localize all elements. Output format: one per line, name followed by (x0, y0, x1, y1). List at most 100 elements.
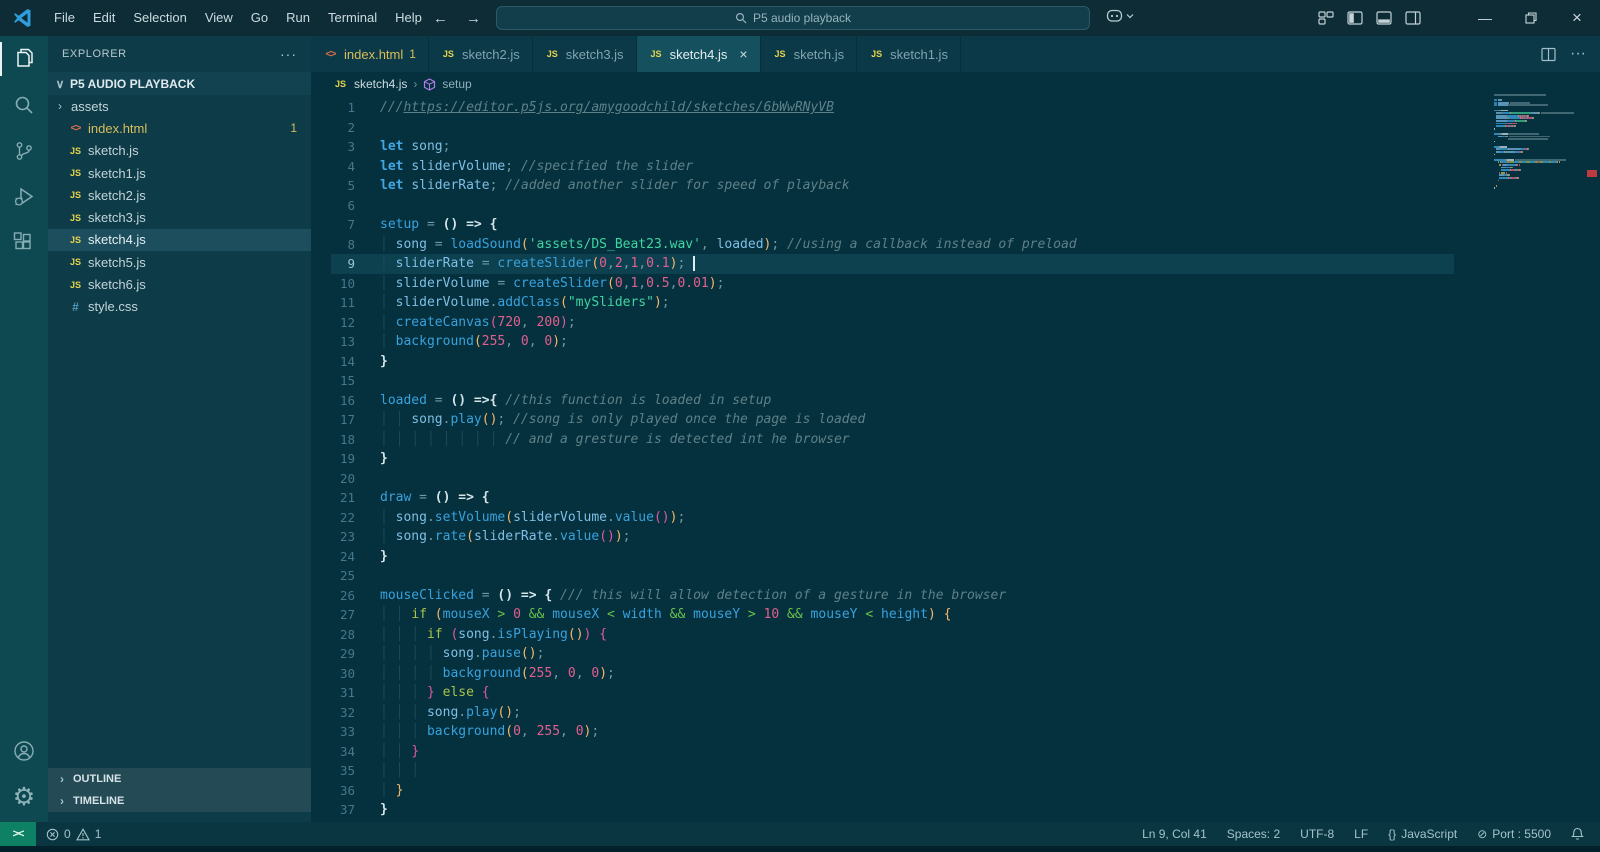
tab-index.html[interactable]: <> index.html 1 (311, 36, 429, 72)
tab-sketch3.js[interactable]: JS sketch3.js (532, 36, 637, 72)
minimap-line (1494, 101, 1582, 104)
outline-section[interactable]: › OUTLINE (48, 768, 311, 790)
breadcrumb-symbol[interactable]: setup (442, 77, 471, 91)
activity-bar: ⚙ (0, 36, 48, 822)
timeline-section[interactable]: › TIMELINE (48, 790, 311, 812)
line-content: let sliderRate; //added another slider f… (380, 178, 850, 193)
explorer-view-icon[interactable] (0, 36, 48, 82)
tree-item-sketch6.js[interactable]: JS sketch6.js (48, 273, 311, 295)
js-file-icon: JS (871, 49, 883, 59)
copilot-menu[interactable] (1106, 8, 1134, 23)
line-content: │ } (380, 782, 404, 798)
menu-help[interactable]: Help (386, 0, 431, 36)
close-window-button[interactable]: × (1554, 0, 1600, 36)
menu-file[interactable]: File (45, 0, 84, 36)
line-content: │ │ } (380, 743, 420, 759)
status-lf[interactable]: LF (1354, 827, 1368, 841)
braces-icon: {} (1388, 827, 1397, 841)
tree-item-sketch.js[interactable]: JS sketch.js (48, 140, 311, 162)
tree-item-sketch5.js[interactable]: JS sketch5.js (48, 251, 311, 273)
remote-indicator[interactable]: >< (0, 822, 36, 846)
status-utf-8[interactable]: UTF-8 (1300, 827, 1334, 841)
tab-sketch4.js[interactable]: JS sketch4.js × (636, 36, 761, 72)
menu-edit[interactable]: Edit (84, 0, 124, 36)
tree-item-style.css[interactable]: # style.css (48, 296, 311, 318)
forward-button[interactable]: → (466, 10, 481, 27)
line-number: 25 (339, 568, 355, 583)
line-content: │ song.rate(sliderRate.value()); (380, 529, 631, 544)
remote-icon: >< (12, 828, 25, 840)
code-line-18: 18 │ │ │ │ │ │ │ │ // and a gresture is d… (311, 430, 1600, 450)
tab-sketch1.js[interactable]: JS sketch1.js (857, 36, 961, 72)
menu-selection[interactable]: Selection (124, 0, 195, 36)
outline-label: OUTLINE (73, 773, 122, 785)
line-number: 3 (347, 139, 355, 154)
tree-item-index.html[interactable]: <> index.html 1 (48, 117, 311, 139)
status-spaces-2[interactable]: Spaces: 2 (1227, 827, 1280, 841)
js-file-icon: JS (69, 145, 81, 156)
menu-run[interactable]: Run (277, 0, 319, 36)
status-port-5500[interactable]: ⊘ Port : 5500 (1477, 827, 1551, 841)
breadcrumb[interactable]: JS sketch4.js › setup (311, 72, 1600, 96)
code-line-28: 28 │ │ │ if (song.isPlaying()) { (311, 625, 1600, 645)
line-number: 13 (339, 334, 355, 349)
run-debug-view-icon[interactable] (0, 174, 48, 220)
project-root-folder[interactable]: ∨ P5 AUDIO PLAYBACK (48, 72, 311, 95)
source-control-view-icon[interactable] (0, 128, 48, 174)
explorer-more-actions[interactable]: ··· (280, 46, 297, 62)
code-line-10: 10 │ sliderVolume = createSlider(0,1,0.5,… (311, 274, 1600, 294)
tree-item-assets[interactable]: › assets (48, 95, 311, 117)
tree-item-sketch4.js[interactable]: JS sketch4.js (48, 228, 311, 252)
minimap-line (1494, 151, 1582, 153)
code-line-29: 29 │ │ │ │ song.pause(); (311, 644, 1600, 664)
status-bell[interactable] (1571, 827, 1584, 841)
line-number: 5 (347, 178, 355, 193)
code-editor[interactable]: 1 ///https://editor.p5js.org/amygoodchild… (311, 96, 1600, 820)
code-line-3: 3 let song; (311, 137, 1600, 157)
tab-problem-badge: 1 (409, 47, 416, 61)
js-file-icon: JS (69, 168, 81, 179)
breadcrumb-file[interactable]: sketch4.js (354, 77, 407, 91)
command-center-search[interactable]: P5 audio playback (496, 6, 1090, 30)
extensions-view-icon[interactable] (0, 220, 48, 266)
back-button[interactable]: ← (433, 10, 448, 27)
code-line-14: 14} (311, 352, 1600, 372)
toggle-secondary-sidebar-icon[interactable] (1405, 10, 1421, 26)
status-javascript[interactable]: {} JavaScript (1388, 827, 1457, 841)
problems-indicator[interactable]: 0 1 (46, 827, 101, 841)
tree-item-sketch1.js[interactable]: JS sketch1.js (48, 162, 311, 184)
line-number: 8 (347, 236, 355, 252)
tree-item-sketch3.js[interactable]: JS sketch3.js (48, 206, 311, 228)
line-number: 27 (339, 607, 355, 622)
js-file-icon: JS (69, 234, 81, 245)
tree-item-sketch2.js[interactable]: JS sketch2.js (48, 184, 311, 206)
close-tab-icon[interactable]: × (739, 46, 747, 62)
menu-view[interactable]: View (196, 0, 242, 36)
line-number: 31 (339, 685, 355, 700)
status-ln-9-col-41[interactable]: Ln 9, Col 41 (1142, 827, 1207, 841)
tab-sketch2.js[interactable]: JS sketch2.js (428, 36, 533, 72)
settings-gear-icon[interactable]: ⚙ (0, 774, 48, 820)
minimap[interactable] (1494, 94, 1582, 190)
restore-button[interactable] (1508, 0, 1554, 36)
menu-terminal[interactable]: Terminal (319, 0, 386, 36)
code-line-2: 2 (311, 118, 1600, 138)
tab-sketch.js[interactable]: JS sketch.js (760, 36, 858, 72)
minimap-line (1494, 145, 1582, 148)
account-icon[interactable] (0, 728, 48, 774)
toggle-sidebar-icon[interactable] (1347, 10, 1363, 26)
modified-badge: 1 (290, 121, 297, 136)
line-number: 22 (339, 509, 355, 525)
code-line-11: 11 │ sliderVolume.addClass("mySliders"); (311, 293, 1600, 313)
editor-more-actions[interactable]: ··· (1570, 45, 1586, 63)
line-number: 32 (339, 704, 355, 720)
customize-layout-icon[interactable] (1318, 10, 1334, 26)
chevron-right-icon: › (413, 77, 418, 91)
menu-go[interactable]: Go (242, 0, 277, 36)
search-view-icon[interactable] (0, 82, 48, 128)
split-editor-icon[interactable] (1541, 47, 1556, 62)
minimize-button[interactable]: — (1462, 0, 1508, 36)
symbol-function-icon (424, 77, 436, 91)
toggle-panel-icon[interactable] (1376, 10, 1392, 26)
minimap-line (1494, 184, 1582, 187)
